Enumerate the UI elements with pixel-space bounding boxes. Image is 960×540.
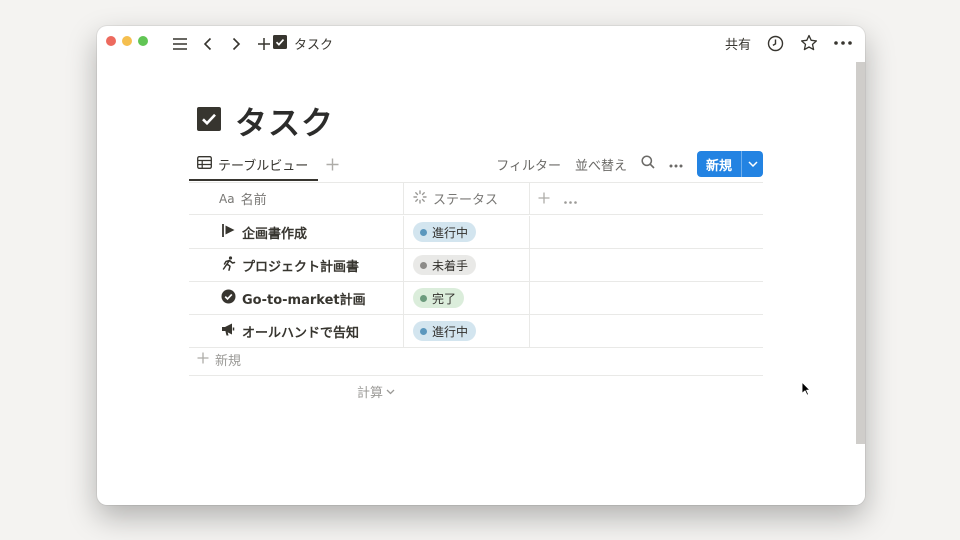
row-name-cell[interactable]: プロジェクト計画書 [189,249,404,281]
sidebar-menu-icon[interactable] [169,34,191,54]
breadcrumb[interactable]: タスク [273,34,333,53]
add-property-plus-icon[interactable] [538,189,550,208]
table-row[interactable]: 企画書作成 進行中 [189,216,763,249]
row-title: オールハンドで告知 [242,325,360,341]
status-dot [420,294,427,302]
row-status-cell[interactable]: 進行中 [404,315,530,347]
view-actions: フィルター 並べ替え 新規 [496,148,763,180]
chevron-down-icon[interactable] [741,151,763,177]
nav-toolbar [169,34,275,54]
column-header-status[interactable]: ステータス [404,183,530,214]
row-status-cell[interactable]: 未着手 [404,249,530,281]
breadcrumb-title: タスク [294,38,334,53]
add-view-plus-icon[interactable] [322,154,342,174]
app-window: タスク 共有 タスク テーブルビュー フィルター 並べ替え 新規 Aa 名前 ス… [97,26,865,505]
checkbox-page-icon [273,34,287,53]
megaphone-icon [221,322,236,341]
status-badge: 完了 [413,288,465,308]
view-toolbar: テーブルビュー フィルター 並べ替え 新規 [189,148,763,182]
row-status-cell[interactable]: 進行中 [404,216,530,248]
table-row[interactable]: Go-to-market計画 完了 [189,282,763,315]
window-controls [106,36,148,46]
row-title: Go-to-market計画 [242,292,366,308]
favorite-star-icon[interactable] [799,33,819,53]
new-button-label[interactable]: 新規 [697,151,741,177]
titlebar: タスク 共有 [97,26,865,62]
status-badge: 未着手 [413,255,477,275]
maximize-window-button[interactable] [138,36,148,46]
share-button[interactable]: 共有 [725,34,751,53]
page-checkbox-icon[interactable] [197,107,221,135]
new-record-button[interactable]: 新規 [696,151,763,177]
runner-icon [221,255,236,275]
topbar-actions: 共有 [725,33,853,53]
search-icon[interactable] [641,155,655,173]
add-row-button[interactable]: 新規 [189,344,763,376]
flag-icon [221,223,236,242]
page-scrollbar[interactable] [856,62,865,505]
text-property-icon: Aa [219,191,235,206]
minimize-window-button[interactable] [122,36,132,46]
add-row-plus-icon [197,352,209,368]
column-header-actions [530,183,577,214]
column-label-status: ステータス [433,193,499,208]
row-name-cell[interactable]: オールハンドで告知 [189,315,404,347]
status-text: 進行中 [432,225,469,240]
forward-arrow-icon[interactable] [225,34,247,54]
scrollbar-thumb[interactable] [856,62,865,444]
row-title: 企画書作成 [242,226,308,242]
active-tab-indicator [189,179,318,181]
status-dot [420,228,427,236]
calc-label: 計算 [357,386,384,401]
row-status-cell[interactable]: 完了 [404,282,530,314]
status-text: 進行中 [432,324,469,339]
column-header-name[interactable]: Aa 名前 [189,183,404,214]
status-badge: 進行中 [413,321,477,341]
more-options-icon[interactable] [833,33,853,53]
page-header: タスク [197,98,334,144]
status-text: 未着手 [432,258,469,273]
table-header-row: Aa 名前 ステータス [189,183,763,215]
table-row[interactable]: プロジェクト計画書 未着手 [189,249,763,282]
view-more-icon[interactable] [669,157,683,172]
chevron-down-icon [386,384,395,399]
back-arrow-icon[interactable] [197,34,219,54]
filter-button[interactable]: フィルター [496,155,561,174]
history-clock-icon[interactable] [765,33,785,53]
status-dot [420,261,427,269]
check-circle-icon [221,289,236,308]
row-title: プロジェクト計画書 [242,259,360,275]
calculate-button[interactable]: 計算 [357,382,395,401]
tab-label: テーブルビュー [218,158,309,174]
status-spinner-icon [413,189,427,208]
table-icon [197,155,212,173]
sort-button[interactable]: 並べ替え [575,155,627,174]
mouse-pointer-icon [801,381,811,400]
new-page-plus-icon[interactable] [253,34,275,54]
add-row-label: 新規 [215,354,242,369]
row-name-cell[interactable]: Go-to-market計画 [189,282,404,314]
page-title[interactable]: タスク [235,98,334,144]
tab-table-view[interactable]: テーブルビュー [189,148,318,180]
column-label-name: 名前 [240,193,267,208]
status-text: 完了 [432,291,457,306]
status-badge: 進行中 [413,222,477,242]
row-name-cell[interactable]: 企画書作成 [189,216,404,248]
status-dot [420,327,427,335]
column-more-icon[interactable] [564,189,577,208]
close-window-button[interactable] [106,36,116,46]
